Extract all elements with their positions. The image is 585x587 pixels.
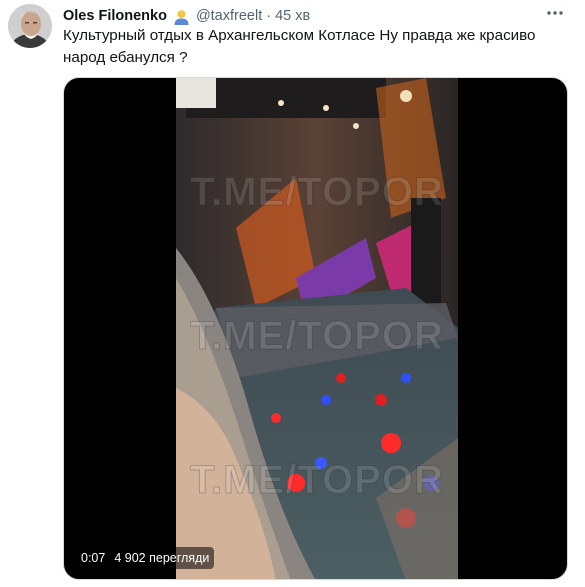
author-display-name[interactable]: Oles Filonenko xyxy=(63,8,167,24)
avatar[interactable] xyxy=(8,4,52,48)
video-player[interactable]: T.ME/TOPOR T.ME/TOPOR T.ME/TOPOR 0:07 4 … xyxy=(63,77,568,580)
video-frame[interactable]: T.ME/TOPOR T.ME/TOPOR T.ME/TOPOR xyxy=(176,78,458,579)
tweet: Oles Filonenko @taxfreelt · 45 хв Культу… xyxy=(0,0,585,587)
video-duration: 0:07 xyxy=(81,551,106,565)
person-emoji-icon xyxy=(173,8,190,25)
video-view-count: 4 902 перегляди xyxy=(114,551,210,565)
video-info-badge: 0:07 4 902 перегляди xyxy=(76,547,215,569)
header-separator: · xyxy=(266,8,272,24)
avatar-image xyxy=(8,4,52,48)
tweet-text: Культурный отдых в Архангельском Котласе… xyxy=(63,27,536,66)
video-watermark: T.ME/TOPOR xyxy=(190,458,444,503)
author-handle[interactable]: @taxfreelt xyxy=(196,8,262,24)
tweet-timestamp[interactable]: 45 хв xyxy=(275,8,310,24)
more-horizontal-icon[interactable] xyxy=(545,4,565,22)
video-watermark: T.ME/TOPOR xyxy=(190,170,444,215)
video-watermark: T.ME/TOPOR xyxy=(190,314,444,359)
tweet-header: Oles Filonenko @taxfreelt · 45 хв xyxy=(63,6,310,26)
